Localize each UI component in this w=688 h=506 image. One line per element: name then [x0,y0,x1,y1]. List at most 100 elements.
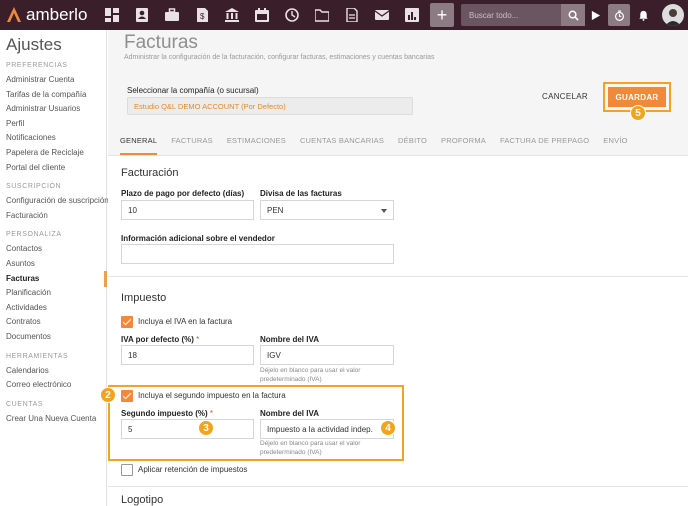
documents-icon[interactable] [337,0,367,30]
include-iva-checkbox[interactable] [121,316,133,328]
svg-text:$: $ [200,12,205,21]
sidebar-section-label: PREFERENCIAS [6,62,68,69]
include-second-tax-label: Incluya el segundo impuesto en la factur… [138,391,286,400]
required-asterisk: * [209,409,214,418]
sidebar-item[interactable]: Papelera de Reciclaje [0,146,106,161]
currency-label: Divisa de las facturas [260,189,342,198]
play-icon [591,10,600,20]
tab-item[interactable]: FACTURA DE PREPAGO [500,131,589,155]
search-icon [568,10,579,21]
second-tax-label: Segundo impuesto (%) * [121,409,213,418]
iva-default-label: IVA por defecto (%) * [121,335,199,344]
step-badge-4: 4 [380,420,396,436]
section-divider [108,276,688,277]
company-select[interactable]: Estudio Q&L DEMO ACCOUNT (Por Defecto) [127,97,413,115]
mail-icon[interactable] [367,0,397,30]
sidebar-section-label: CUENTAS [6,400,44,408]
section-divider [108,486,688,487]
logo-section-title: Logotipo [121,494,164,506]
sidebar-section-label: SUSCRIPCIÓN [6,183,62,191]
general-settings-panel: Facturación Plazo de pago por defecto (d… [108,155,688,506]
history-icon[interactable] [277,0,307,30]
sidebar-item[interactable]: Portal del cliente [0,161,106,176]
bell-icon [638,10,648,21]
billing-section-title: Facturación [121,167,179,179]
second-tax-label-text: Segundo impuesto (%) [121,409,208,418]
sidebar-item[interactable]: Actividades [0,301,106,316]
sidebar-section-label: PERSONALIZA [6,231,62,239]
sidebar-item[interactable]: Administrar Usuarios [0,102,106,117]
tab-item[interactable]: ENVÍO [603,131,627,155]
currency-select[interactable]: PEN [260,200,394,220]
folder-icon[interactable] [307,0,337,30]
sidebar-item[interactable]: Contratos [0,315,106,330]
tab-item[interactable]: ESTIMACIONES [227,131,286,155]
sidebar-item[interactable]: Documentos [0,330,106,345]
sidebar-item[interactable]: Administrar Cuenta [0,73,106,88]
include-second-tax-checkbox[interactable] [121,390,133,402]
iva-name-label: Nombre del IVA [260,335,319,344]
sidebar-item[interactable]: Contactos [0,242,106,257]
sidebar-item[interactable]: Asuntos [0,257,106,272]
sidebar-item[interactable]: Notificaciones [0,131,106,146]
app-name: amberlo [26,5,88,24]
app-logo[interactable]: amberlo [0,0,97,30]
sidebar-item[interactable]: Configuración de suscripción [0,194,109,209]
search-button[interactable] [561,4,585,26]
vendor-info-label: Información adicional sobre el vendedor [121,234,275,243]
chevron-down-icon [381,209,387,213]
bank-icon[interactable] [217,0,247,30]
tab-item[interactable]: PROFORMA [441,131,486,155]
notifications-button[interactable] [632,4,654,26]
add-new-button[interactable]: + [430,3,454,27]
sidebar-title: Ajustes [6,35,62,54]
global-search[interactable] [461,4,585,26]
tab-item[interactable]: FACTURAS [171,131,213,155]
sidebar-item[interactable]: Calendarios [0,364,106,379]
billing-icon[interactable]: $ [187,0,217,30]
reports-icon[interactable] [397,0,427,30]
iva-name-input[interactable]: IGV [260,345,394,365]
iva-default-input[interactable]: 18 [121,345,254,365]
vendor-info-input[interactable] [121,244,394,264]
second-tax-name-label: Nombre del IVA [260,409,319,418]
sidebar-item[interactable]: Facturas [0,270,107,287]
withholding-checkbox[interactable] [121,464,133,476]
sidebar-item[interactable]: Planificación [0,286,106,301]
step-badge-2: 2 [100,387,116,403]
iva-default-label-text: IVA por defecto (%) [121,335,194,344]
tax-section-title: Impuesto [121,292,167,304]
company-label: Seleccionar la compañía (o sucursal) [127,86,259,95]
play-timer-button[interactable] [584,4,606,26]
sidebar-item[interactable]: Tarifas de la compañía [0,88,106,103]
sidebar-section-label: HERRAMIENTAS [6,352,69,360]
second-tax-name-input[interactable]: Impuesto a la actividad indep. [260,419,394,439]
payment-term-input[interactable]: 10 [121,200,254,220]
sidebar-item[interactable]: Facturación [0,209,106,224]
user-photo [665,9,681,26]
tab-item[interactable]: DÉBITO [398,131,427,155]
briefcase-icon[interactable] [157,0,187,30]
sidebar-item[interactable]: Crear Una Nueva Cuenta [0,412,106,427]
stopwatch-icon [614,9,624,21]
tab-item[interactable]: CUENTAS BANCARIAS [300,131,384,155]
sidebar-item[interactable]: Perfil [0,117,106,132]
stopwatch-button[interactable] [608,4,630,26]
dashboard-icon[interactable] [97,0,127,30]
calendar-icon[interactable] [247,0,277,30]
user-avatar[interactable] [662,4,684,26]
contacts-icon[interactable] [127,0,157,30]
step-badge-3: 3 [198,420,214,436]
search-input[interactable] [461,10,557,20]
withholding-label: Aplicar retención de impuestos [138,465,248,474]
save-button[interactable]: GUARDAR [608,87,666,107]
payment-term-label: Plazo de pago por defecto (días) [121,189,245,198]
second-tax-input[interactable]: 5 [121,419,254,439]
sidebar-item[interactable]: Correo electrónico [0,378,106,393]
iva-name-help: Déjelo en blanco para usar el valor pred… [260,367,361,383]
tab-item[interactable]: GENERAL [120,131,158,155]
settings-sidebar: Ajustes PREFERENCIAS Administrar Cuenta Ta… [0,30,109,506]
amberlo-logo-icon [7,7,21,22]
required-asterisk: * [196,335,200,344]
cancel-button[interactable]: CANCELAR [542,92,588,101]
